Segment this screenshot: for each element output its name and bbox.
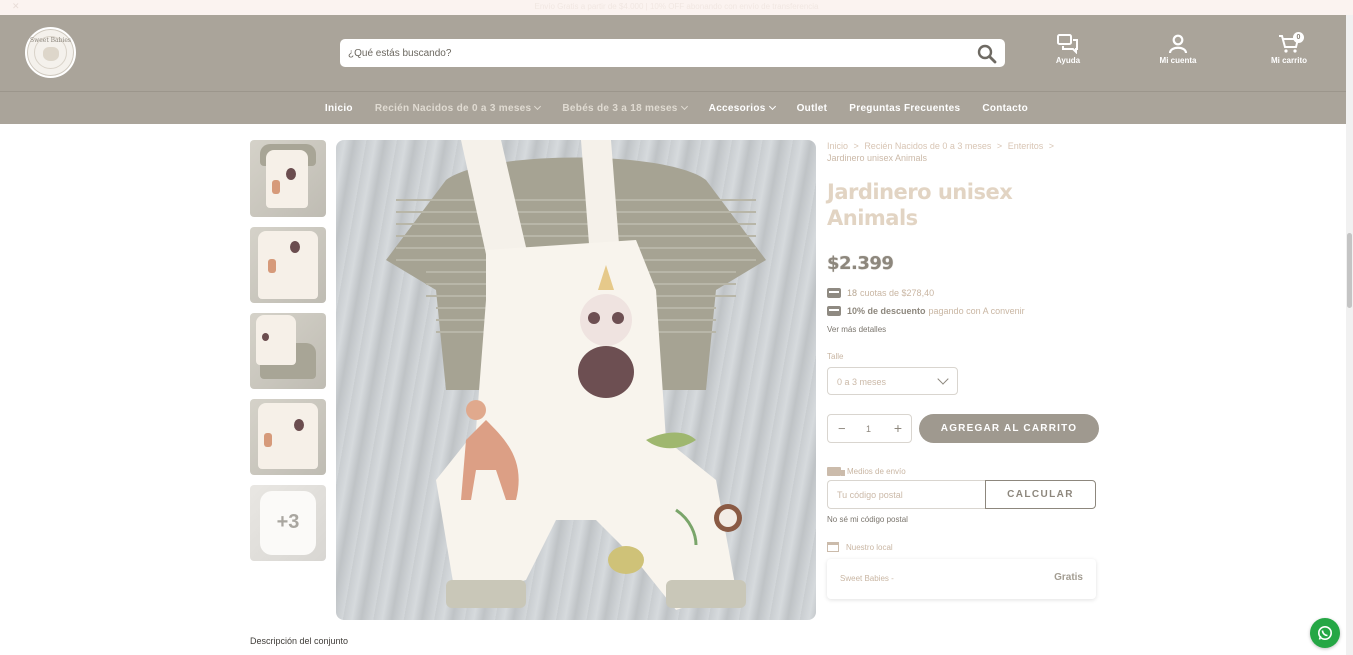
minus-icon[interactable]: − — [838, 422, 846, 435]
cash-icon — [827, 306, 841, 316]
store-label-text: Nuestro local — [846, 542, 893, 552]
more-details-link[interactable]: Ver más detalles — [827, 325, 1099, 334]
help-label: Ayuda — [1055, 56, 1081, 65]
header: Sweet Babies Ayuda Mi cuenta 0 Mi carrit… — [0, 15, 1353, 91]
whatsapp-icon — [1318, 626, 1332, 640]
installments-text: cuotas de $278,40 — [860, 288, 935, 298]
help-link[interactable]: Ayuda — [1038, 34, 1098, 65]
shipping-label-text: Medios de envío — [847, 467, 906, 476]
product-thumbnail[interactable] — [250, 140, 326, 217]
plus-icon[interactable]: + — [894, 421, 902, 435]
more-images-thumbnail[interactable]: +3 — [250, 485, 326, 561]
logo-bear-icon — [43, 47, 59, 61]
more-images-count: +3 — [276, 511, 300, 533]
chat-icon — [1057, 34, 1078, 54]
store-icon — [827, 542, 839, 552]
store-logo[interactable]: Sweet Babies — [25, 27, 76, 78]
truck-icon — [827, 467, 845, 476]
thumb-deer — [272, 180, 280, 194]
size-label: Talle — [827, 352, 844, 361]
search-icon[interactable] — [977, 44, 997, 64]
description-title: Descripción del conjunto — [250, 636, 349, 646]
postal-code-row: Tu código postal CALCULAR — [827, 480, 1099, 509]
add-to-cart-button[interactable]: AGREGAR AL CARRITO — [919, 414, 1099, 443]
user-icon — [1168, 34, 1188, 54]
breadcrumb-link[interactable]: Inicio — [827, 141, 848, 151]
breadcrumb-link[interactable]: Recién Nacidos de 0 a 3 meses — [864, 141, 991, 151]
thumb-panda — [290, 241, 300, 253]
quantity-value[interactable]: 1 — [866, 424, 871, 434]
quantity-stepper: − 1 + — [827, 414, 912, 443]
breadcrumb-current: Jardinero unisex Animals — [827, 153, 928, 163]
breadcrumb-separator: > — [996, 141, 1003, 151]
thumb-panda — [286, 168, 296, 180]
store-pickup-price: Gratis — [1054, 572, 1083, 583]
product-thumbnail[interactable] — [250, 313, 326, 389]
size-value: 0 a 3 meses — [837, 377, 887, 387]
thumb-overall — [256, 315, 296, 365]
chevron-down-icon — [768, 102, 776, 111]
product-thumbnail[interactable] — [250, 227, 326, 303]
account-label: Mi cuenta — [1159, 56, 1197, 65]
nav-item-bebes[interactable]: Bebés de 3 a 18 meses — [551, 102, 697, 114]
nav-item-label: Bebés de 3 a 18 meses — [562, 103, 678, 114]
main-nav: Inicio Recién Nacidos de 0 a 3 meses Beb… — [0, 91, 1353, 124]
announcement-text: Envío Gratis a partir de $4.000 | 10% OF… — [534, 2, 819, 11]
discount-amount: 10% de descuento — [847, 306, 926, 316]
thumb-overall — [266, 150, 308, 208]
thumbnail-gallery: +3 — [250, 140, 326, 571]
logo-text: Sweet Babies — [29, 37, 72, 44]
unknown-postal-link[interactable]: No sé mi código postal — [827, 515, 1099, 524]
thumb-deer — [264, 433, 272, 447]
nav-item-outlet[interactable]: Outlet — [786, 103, 839, 114]
thumb-panda — [294, 419, 304, 431]
store-pickup-option[interactable]: Sweet Babies - Gratis — [827, 559, 1096, 599]
product-info: Inicio > Recién Nacidos de 0 a 3 meses >… — [827, 140, 1099, 599]
breadcrumb-separator: > — [853, 141, 859, 151]
page-scrollbar[interactable] — [1346, 15, 1353, 655]
installments-row: 18 cuotas de $278,40 — [827, 287, 1099, 299]
installments-count: 18 — [847, 288, 858, 298]
thumb-panda — [262, 333, 269, 341]
calculate-button[interactable]: CALCULAR — [985, 480, 1096, 509]
chevron-down-icon — [680, 102, 688, 111]
search-bar — [340, 39, 1005, 67]
discount-row: 10% de descuento pagando con A convenir — [827, 305, 1099, 317]
announcement-bar: ✕ Envío Gratis a partir de $4.000 | 10% … — [0, 0, 1353, 15]
breadcrumb: Inicio > Recién Nacidos de 0 a 3 meses >… — [827, 140, 1099, 164]
nav-item-faq[interactable]: Preguntas Frecuentes — [838, 103, 971, 114]
nav-item-contacto[interactable]: Contacto — [971, 103, 1039, 114]
breadcrumb-link[interactable]: Enteritos — [1008, 141, 1044, 151]
cart-count-badge: 0 — [1293, 32, 1304, 43]
cart-label: Mi carrito — [1270, 56, 1307, 65]
thumb-deer — [268, 259, 276, 273]
product-thumbnail[interactable] — [250, 399, 326, 475]
product-main-image[interactable] — [336, 140, 816, 620]
breadcrumb-separator: > — [1048, 141, 1054, 151]
scrollbar-thumb[interactable] — [1347, 233, 1352, 308]
store-label: Nuestro local — [827, 542, 1099, 552]
size-select[interactable]: 0 a 3 meses — [827, 367, 958, 395]
nav-item-recien-nacidos[interactable]: Recién Nacidos de 0 a 3 meses — [364, 102, 552, 114]
buy-row: − 1 + AGREGAR AL CARRITO — [827, 414, 1099, 443]
search-input[interactable] — [348, 39, 968, 67]
whatsapp-button[interactable] — [1310, 618, 1340, 648]
product-photo — [386, 140, 766, 610]
nav-item-accesorios[interactable]: Accesorios — [698, 102, 786, 114]
chevron-down-icon — [534, 102, 542, 111]
discount-text: pagando con A convenir — [928, 306, 1025, 316]
chevron-down-icon — [937, 373, 949, 385]
product-price: $2.399 — [827, 253, 894, 274]
shipping-label: Medios de envío — [827, 467, 1099, 476]
nav-item-inicio[interactable]: Inicio — [314, 103, 364, 114]
thumb-overall — [258, 231, 318, 299]
store-name: Sweet Babies - — [840, 574, 894, 583]
nav-item-label: Accesorios — [708, 103, 766, 114]
credit-card-icon — [827, 288, 841, 298]
nav-item-label: Recién Nacidos de 0 a 3 meses — [374, 103, 532, 114]
cart-link[interactable]: 0 Mi carrito — [1259, 32, 1319, 65]
account-link[interactable]: Mi cuenta — [1148, 34, 1208, 65]
product-title: Jardinero unisex Animals — [827, 180, 1013, 230]
postal-code-input[interactable]: Tu código postal — [827, 480, 985, 509]
